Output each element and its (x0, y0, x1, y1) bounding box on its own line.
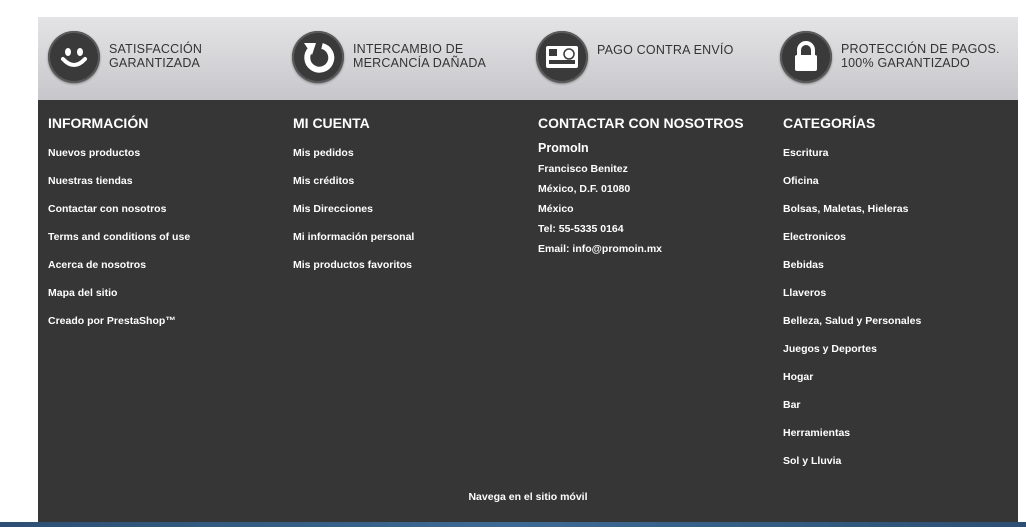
category-link[interactable]: Juegos y Deportes (783, 343, 877, 355)
contact-phone: Tel: 55-5335 0164 (538, 223, 624, 235)
categories-title: CATEGORÍAS (783, 115, 876, 131)
account-link[interactable]: Mis Direcciones (293, 203, 373, 215)
category-link[interactable]: Llaveros (783, 287, 826, 299)
account-column: MI CUENTA Mis pedidos Mis créditos Mis D… (293, 115, 414, 271)
info-link[interactable]: Acerca de nosotros (48, 259, 146, 271)
contact-name: Francisco Benitez (538, 163, 628, 175)
category-link[interactable]: Sol y Lluvia (783, 455, 841, 467)
info-link[interactable]: Terms and conditions of use (48, 231, 190, 243)
feature-text: INTERCAMBIO DE MERCANCÍA DAÑADA (353, 42, 487, 70)
account-link[interactable]: Mis productos favoritos (293, 259, 412, 271)
feature-text: PAGO CONTRA ENVÍO (597, 43, 734, 57)
category-link[interactable]: Oficina (783, 175, 819, 187)
cash-payment-icon (536, 31, 588, 83)
account-link[interactable]: Mis pedidos (293, 147, 354, 159)
info-column: INFORMACIÓN Nuevos productos Nuestras ti… (48, 115, 190, 327)
contact-column: CONTACTAR CON NOSOTROS PromoIn Francisco… (538, 115, 744, 255)
category-link[interactable]: Escritura (783, 147, 829, 159)
category-link[interactable]: Belleza, Salud y Personales (783, 315, 921, 327)
contact-country: México (538, 203, 574, 215)
category-link[interactable]: Bar (783, 399, 801, 411)
window-bottom-edge (0, 522, 1026, 527)
mobile-site-link[interactable]: Navega en el sitio móvil (38, 491, 1018, 503)
contact-title: CONTACTAR CON NOSOTROS (538, 115, 744, 131)
feature-text: SATISFACCIÓN GARANTIZADA (109, 42, 203, 70)
info-link[interactable]: Contactar con nosotros (48, 203, 166, 215)
padlock-icon (780, 31, 832, 83)
account-title: MI CUENTA (293, 115, 370, 131)
feature-text: PROTECCIÓN DE PAGOS. 100% GARANTIZADO (841, 42, 1000, 70)
category-link[interactable]: Herramientas (783, 427, 850, 439)
smiley-icon (48, 31, 100, 83)
info-link[interactable]: Creado por PrestaShop™ (48, 315, 176, 327)
info-link[interactable]: Mapa del sitio (48, 287, 117, 299)
category-link[interactable]: Electronicos (783, 231, 846, 243)
info-link[interactable]: Nuestras tiendas (48, 175, 133, 187)
categories-column: CATEGORÍAS Escritura Oficina Bolsas, Mal… (783, 115, 921, 467)
refresh-arrow-icon (292, 31, 344, 83)
category-link[interactable]: Bolsas, Maletas, Hieleras (783, 203, 908, 215)
company-name: PromoIn (538, 141, 589, 155)
info-link[interactable]: Nuevos productos (48, 147, 140, 159)
account-link[interactable]: Mis créditos (293, 175, 354, 187)
category-link[interactable]: Hogar (783, 371, 813, 383)
account-link[interactable]: Mi información personal (293, 231, 414, 243)
contact-email[interactable]: Email: info@promoin.mx (538, 243, 662, 255)
footer: SATISFACCIÓN GARANTIZADA INTERCAMBIO DE … (38, 17, 1018, 527)
info-title: INFORMACIÓN (48, 115, 149, 131)
category-link[interactable]: Bebidas (783, 259, 824, 271)
features-bar: SATISFACCIÓN GARANTIZADA INTERCAMBIO DE … (38, 17, 1018, 100)
contact-city: México, D.F. 01080 (538, 183, 631, 195)
